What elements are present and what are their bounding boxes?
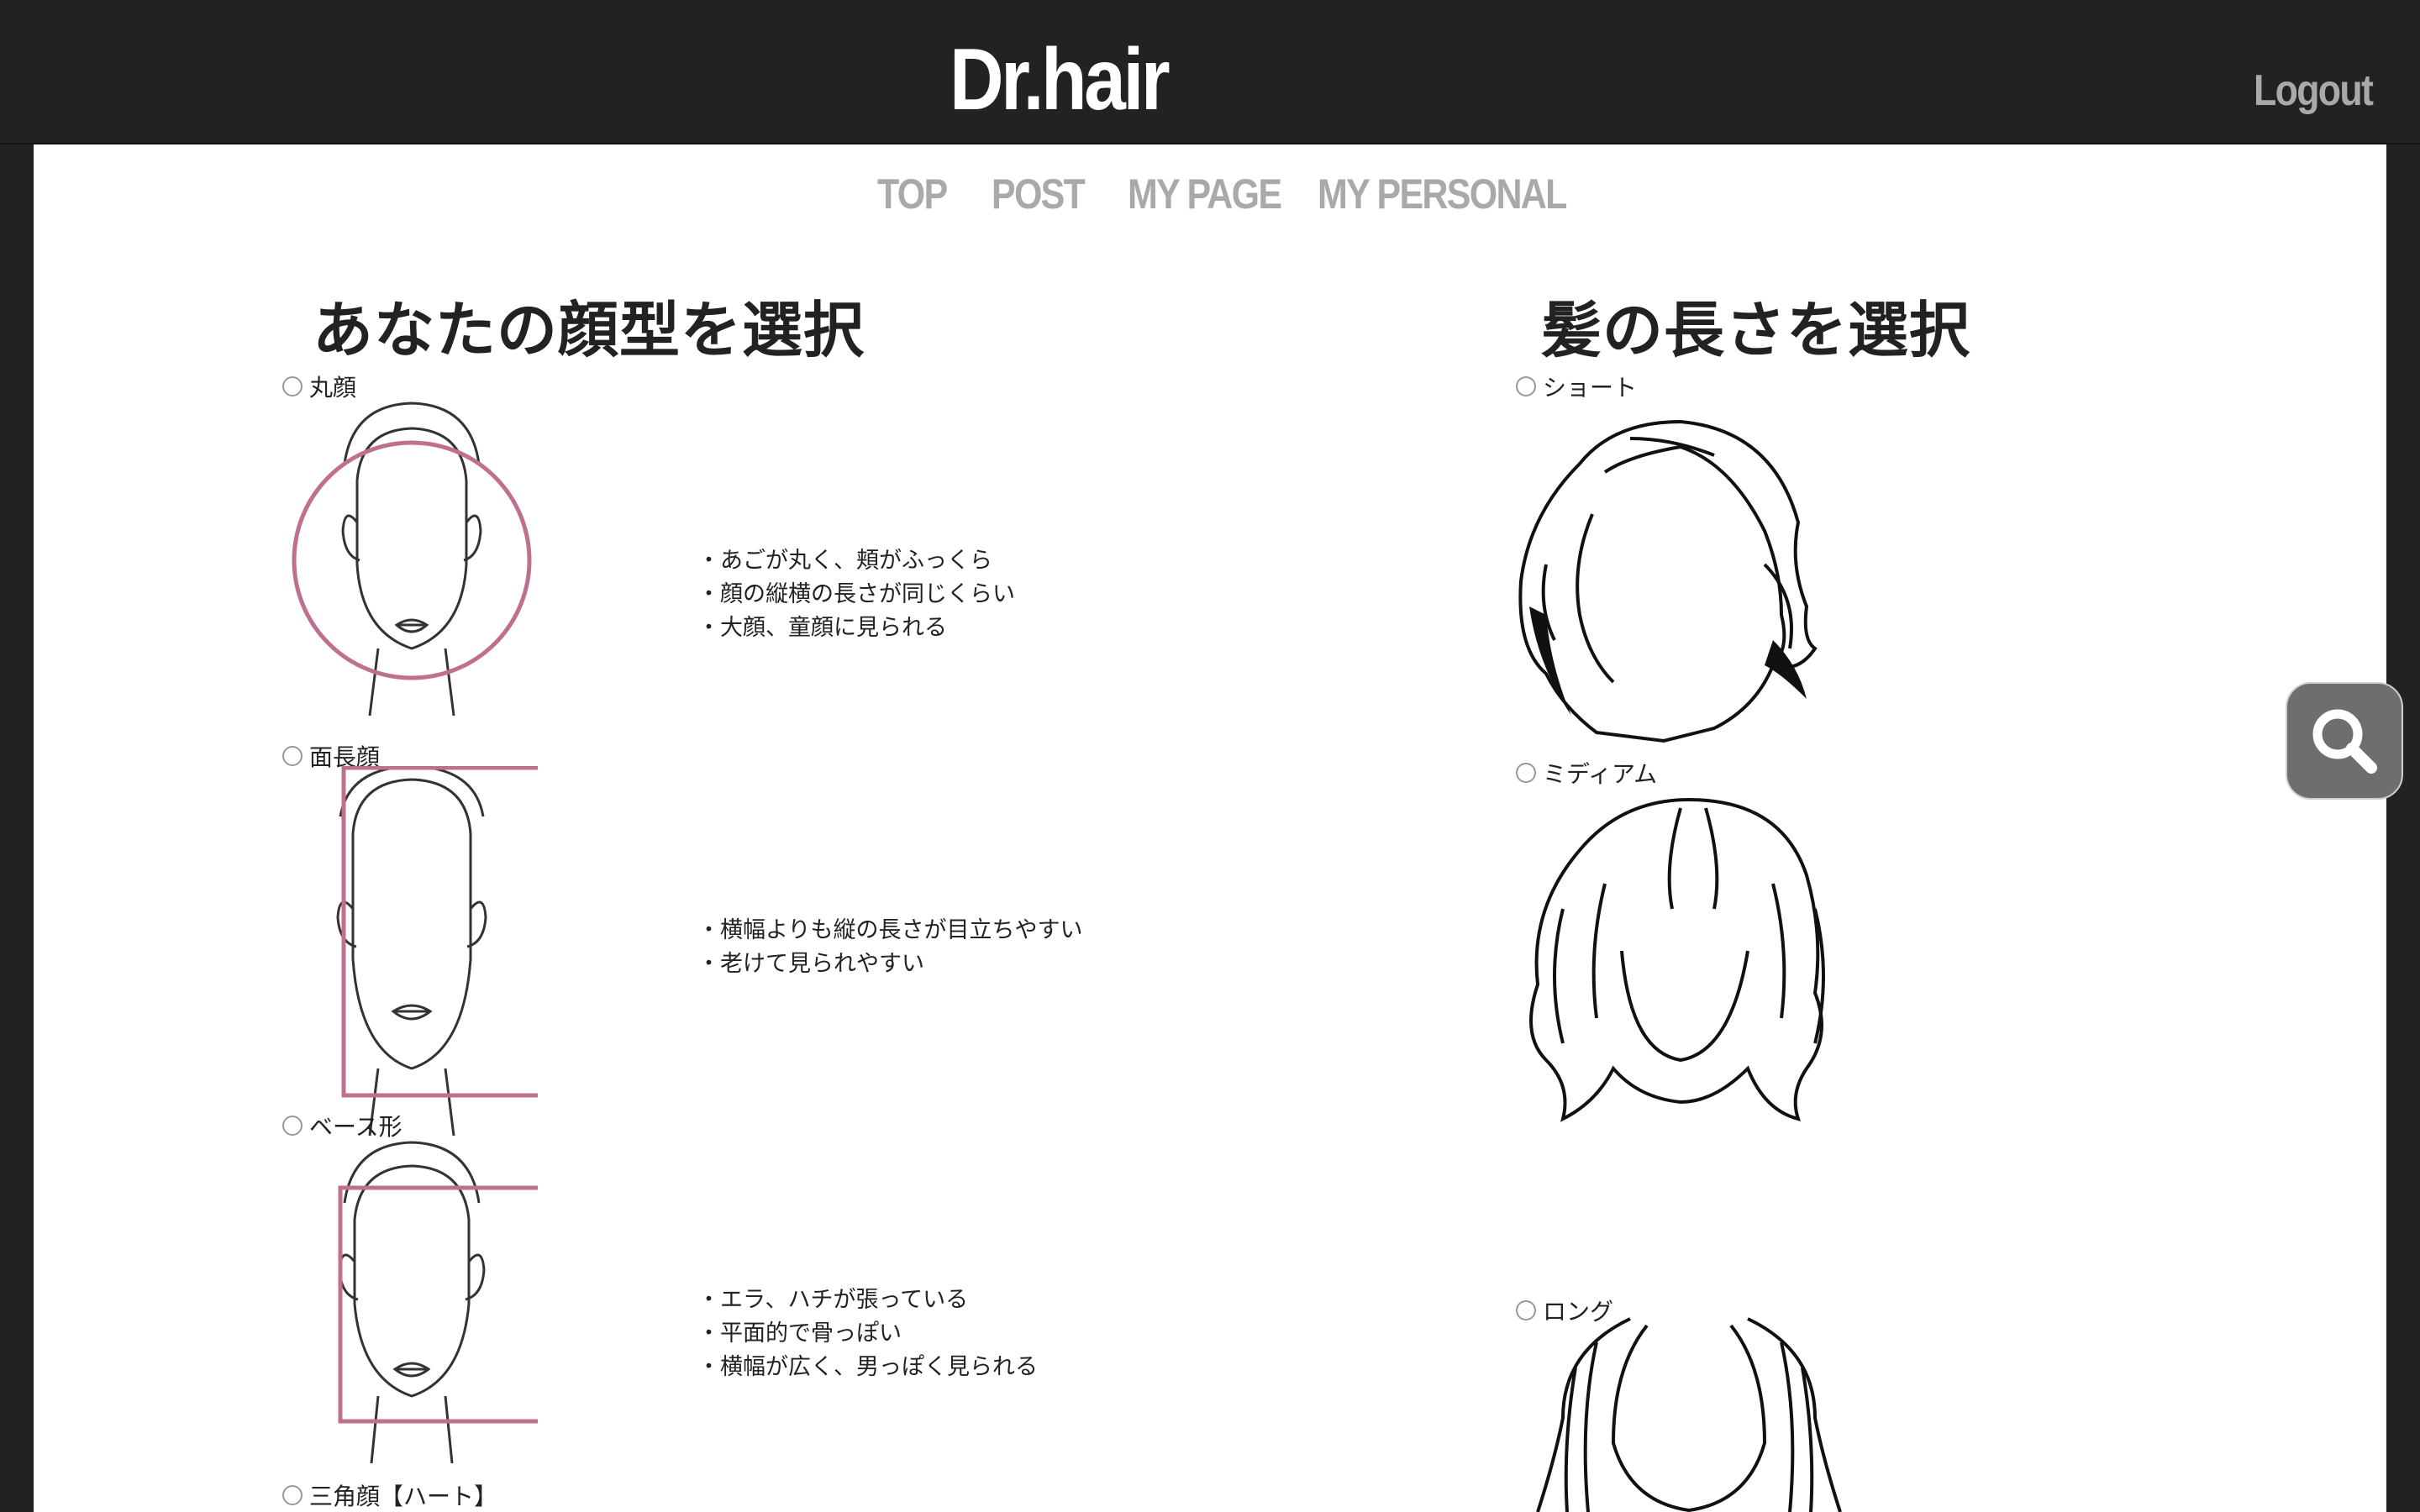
long-face-image bbox=[336, 766, 538, 1136]
nav-my-page[interactable]: MY PAGE bbox=[1128, 170, 1282, 218]
search-icon bbox=[2312, 709, 2377, 774]
nav-top[interactable]: TOP bbox=[877, 170, 948, 218]
desc-line: ・老けて見られやすい bbox=[697, 951, 924, 977]
face-label-triangle: 三角顔【ハート】 bbox=[309, 1483, 498, 1510]
desc-line: ・顔の縦横の長さが同じくらい bbox=[697, 581, 1015, 607]
face-radio-long[interactable] bbox=[282, 746, 302, 766]
face-desc-round: ・あごが丸く、頬がふっくら ・顔の縦横の長さが同じくらい ・大顔、童顔に見られる bbox=[697, 544, 1015, 645]
desc-line: ・平面的で骨っぽい bbox=[697, 1320, 902, 1347]
face-desc-long: ・横幅よりも縦の長さが目立ちやすい ・老けて見られやすい bbox=[697, 914, 1082, 981]
face-option-triangle[interactable]: 三角顔【ハート】 bbox=[282, 1478, 497, 1512]
desc-line: ・横幅が広く、男っぽく見られる bbox=[697, 1354, 1038, 1380]
desc-line: ・横幅よりも縦の長さが目立ちやすい bbox=[697, 917, 1083, 943]
hair-radio-short[interactable] bbox=[1516, 376, 1536, 396]
nav-post[interactable]: POST bbox=[992, 170, 1086, 218]
base-face-image bbox=[338, 1141, 538, 1464]
nav-my-personal[interactable]: MY PERSONAL bbox=[1318, 170, 1567, 218]
medium-hair-image bbox=[1529, 797, 1825, 1122]
hair-radio-medium[interactable] bbox=[1516, 763, 1536, 783]
main-panel: TOP POST MY PAGE MY PERSONAL あなたの顔型を選択 丸… bbox=[34, 144, 2403, 1512]
round-face-image bbox=[292, 402, 532, 717]
desc-line: ・あごが丸く、頬がふっくら bbox=[697, 548, 992, 574]
face-section-title: あなたの顔型を選択 bbox=[313, 295, 865, 365]
site-logo[interactable]: Dr.hair bbox=[950, 30, 1171, 130]
desc-line: ・大顔、童顔に見られる bbox=[697, 615, 947, 641]
hair-section-title: 髪の長さを選択 bbox=[1541, 295, 1971, 365]
site-header: Dr.hair Logout bbox=[0, 0, 2420, 144]
face-radio-base[interactable] bbox=[282, 1116, 302, 1136]
face-desc-base: ・エラ、ハチが張っている ・平面的で骨っぽい ・横幅が広く、男っぽく見られる bbox=[697, 1284, 1038, 1384]
short-hair-image bbox=[1518, 419, 1818, 743]
logout-link[interactable]: Logout bbox=[2254, 66, 2374, 116]
desc-line: ・エラ、ハチが張っている bbox=[697, 1287, 969, 1313]
search-button[interactable] bbox=[2286, 682, 2403, 800]
long-hair-image bbox=[1536, 1317, 1842, 1512]
face-radio-triangle[interactable] bbox=[282, 1485, 302, 1505]
face-radio-round[interactable] bbox=[282, 376, 302, 396]
